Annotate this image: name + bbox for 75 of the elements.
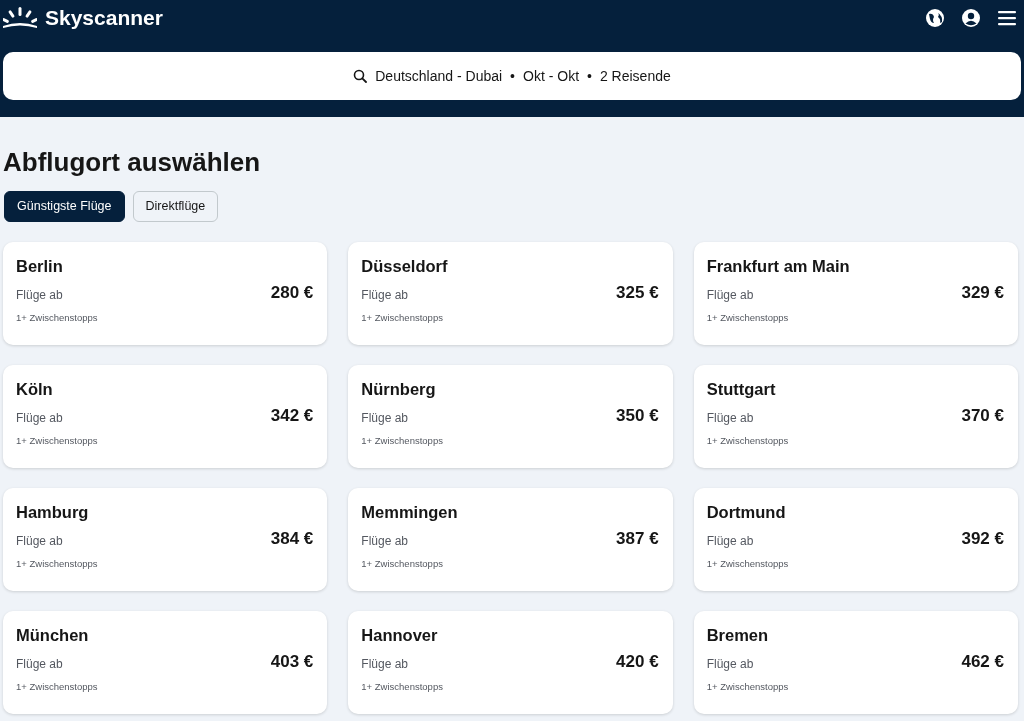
menu-icon[interactable] [997,8,1017,28]
page-title: Abflugort auswählen [3,146,262,179]
price-text: 280 € [270,281,314,304]
city-name: Dortmund [706,501,787,522]
separator-dot: • [587,66,592,86]
price-label: Flüge ab [706,286,754,304]
city-name: Köln [16,378,54,399]
separator-dot: • [510,66,515,86]
stops-text: 1+ Zwischenstopps [706,434,790,449]
city-name: Hannover [361,624,439,645]
city-name: Berlin [16,255,64,276]
destination-card[interactable]: Köln Flüge ab 342 € 1+ Zwischenstopps [3,364,328,468]
destination-card[interactable]: Nürnberg Flüge ab 350 € 1+ Zwischenstopps [348,364,673,468]
stops-text: 1+ Zwischenstopps [16,311,99,326]
price-label: Flüge ab [706,655,754,673]
globe-icon[interactable] [925,8,945,28]
stops-text: 1+ Zwischenstopps [361,311,444,326]
destination-card[interactable]: Memmingen Flüge ab 387 € 1+ Zwischenstopps [348,487,673,591]
search-summary-text: Okt - Okt [523,66,579,86]
destination-card[interactable]: München Flüge ab 403 € 1+ Zwischenstopps [3,610,328,714]
city-name: Hamburg [16,501,90,522]
price-text: 329 € [961,281,1004,304]
city-name: Memmingen [361,501,459,522]
filter-tab[interactable]: Direktflüge [132,191,219,222]
destination-card[interactable]: Dortmund Flüge ab 392 € 1+ Zwischenstopps [693,487,1018,591]
price-text: 342 € [270,404,314,427]
stops-text: 1+ Zwischenstopps [16,680,99,695]
search-summary-text: 2 Reisende [599,66,671,86]
destination-card[interactable]: Hannover Flüge ab 420 € 1+ Zwischenstopps [348,610,673,714]
destination-card[interactable]: Berlin Flüge ab 280 € 1+ Zwischenstopps [3,241,328,345]
stops-text: 1+ Zwischenstopps [706,557,790,572]
price-label: Flüge ab [16,655,63,673]
price-label: Flüge ab [706,409,754,427]
price-label: Flüge ab [16,532,63,550]
price-label: Flüge ab [361,286,409,304]
price-label: Flüge ab [16,286,63,304]
city-name: Frankfurt am Main [706,255,851,276]
stops-text: 1+ Zwischenstopps [16,557,99,572]
price-text: 420 € [616,650,659,673]
stops-text: 1+ Zwischenstopps [361,680,444,695]
price-label: Flüge ab [16,409,63,427]
city-name: Bremen [706,624,770,645]
stops-text: 1+ Zwischenstopps [706,680,790,695]
search-bar[interactable]: Deutschland - Dubai • Okt - Okt • 2 Reisende [3,52,1021,100]
price-text: 325 € [616,281,659,304]
filter-tab[interactable]: Günstigste Flüge [4,191,125,222]
city-name: Nürnberg [361,378,437,399]
city-name: Düsseldorf [361,255,449,276]
price-label: Flüge ab [361,655,409,673]
search-summary-text: Deutschland - Dubai [375,66,503,86]
price-text: 392 € [961,527,1004,550]
price-text: 384 € [270,527,314,550]
price-text: 350 € [616,404,659,427]
city-name: Stuttgart [706,378,777,399]
logo-icon [3,7,37,29]
stops-text: 1+ Zwischenstopps [361,557,444,572]
stops-text: 1+ Zwischenstopps [361,434,444,449]
destination-card[interactable]: Hamburg Flüge ab 384 € 1+ Zwischenstopps [3,487,328,591]
destination-card[interactable]: Stuttgart Flüge ab 370 € 1+ Zwischenstopps [693,364,1018,468]
price-label: Flüge ab [361,532,409,550]
search-icon [353,69,368,83]
stops-text: 1+ Zwischenstopps [706,311,790,326]
price-label: Flüge ab [706,532,754,550]
destination-card[interactable]: Frankfurt am Main Flüge ab 329 € 1+ Zwischenstopps [693,241,1018,345]
stops-text: 1+ Zwischenstopps [16,434,99,449]
price-text: 387 € [616,527,659,550]
price-label: Flüge ab [361,409,409,427]
destination-card[interactable]: Bremen Flüge ab 462 € 1+ Zwischenstopps [693,610,1018,714]
price-text: 462 € [961,650,1004,673]
price-text: 370 € [961,404,1004,427]
price-text: 403 € [270,650,314,673]
logo-text[interactable]: Skyscanner [45,4,163,32]
destination-card[interactable]: Düsseldorf Flüge ab 325 € 1+ Zwischenstopps [348,241,673,345]
user-icon[interactable] [961,8,981,28]
city-name: München [16,624,90,645]
